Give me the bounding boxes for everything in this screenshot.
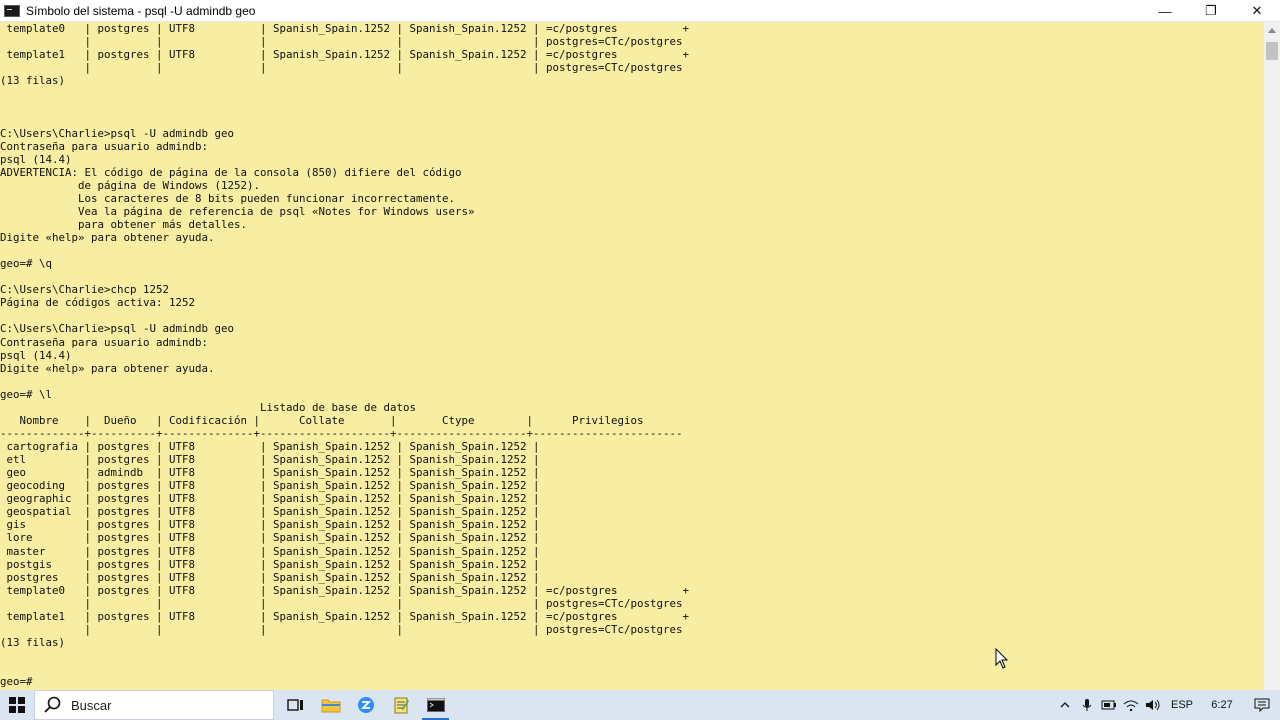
scrollbar-thumb[interactable] bbox=[1266, 42, 1278, 60]
search-placeholder: Buscar bbox=[71, 697, 112, 713]
minimize-button[interactable]: — bbox=[1142, 0, 1188, 22]
command-prompt-icon bbox=[4, 4, 20, 17]
microphone-icon[interactable] bbox=[1076, 690, 1098, 720]
windows-logo-icon bbox=[9, 697, 25, 713]
command-prompt-icon bbox=[426, 698, 445, 712]
system-tray: ESP 6:27 bbox=[1054, 690, 1280, 720]
zoom-icon bbox=[357, 697, 374, 713]
notification-center-icon[interactable] bbox=[1244, 690, 1280, 720]
file-explorer-icon bbox=[321, 699, 340, 713]
console-output: template0 | postgres | UTF8 | Spanish_Sp… bbox=[0, 22, 690, 689]
console-area[interactable]: template0 | postgres | UTF8 | Spanish_Sp… bbox=[0, 22, 1264, 690]
window-title: Símbolo del sistema - psql -U admindb ge… bbox=[26, 3, 256, 18]
taskbar-search-box[interactable]: Buscar bbox=[34, 690, 274, 720]
start-button[interactable] bbox=[0, 690, 34, 720]
task-view-icon bbox=[286, 699, 303, 711]
task-view-button[interactable] bbox=[278, 690, 313, 720]
search-icon bbox=[44, 696, 61, 713]
taskbar: Buscar ESP 6:27 bbox=[0, 690, 1280, 720]
window-titlebar: Símbolo del sistema - psql -U admindb ge… bbox=[0, 0, 1280, 22]
volume-icon[interactable] bbox=[1142, 690, 1164, 720]
zoom-button[interactable] bbox=[348, 690, 383, 720]
file-explorer-button[interactable] bbox=[313, 690, 348, 720]
mouse-pointer-icon bbox=[995, 648, 1009, 669]
command-prompt-taskbar-button[interactable] bbox=[418, 690, 453, 720]
show-hidden-icons-chevron-icon[interactable] bbox=[1054, 690, 1076, 720]
notepad-button[interactable] bbox=[383, 690, 418, 720]
wifi-icon[interactable] bbox=[1120, 690, 1142, 720]
close-button[interactable]: ✕ bbox=[1234, 0, 1280, 22]
maximize-button[interactable]: ❐ bbox=[1188, 0, 1234, 22]
window-controls: — ❐ ✕ bbox=[1142, 0, 1280, 22]
pinned-apps bbox=[278, 690, 453, 720]
battery-icon[interactable] bbox=[1098, 690, 1120, 720]
taskbar-clock[interactable]: 6:27 bbox=[1200, 699, 1244, 711]
scroll-up-arrow-icon[interactable] bbox=[1268, 28, 1276, 33]
notepad-icon bbox=[394, 697, 409, 714]
input-language-indicator[interactable]: ESP bbox=[1164, 699, 1200, 711]
vertical-scrollbar[interactable] bbox=[1264, 22, 1280, 690]
